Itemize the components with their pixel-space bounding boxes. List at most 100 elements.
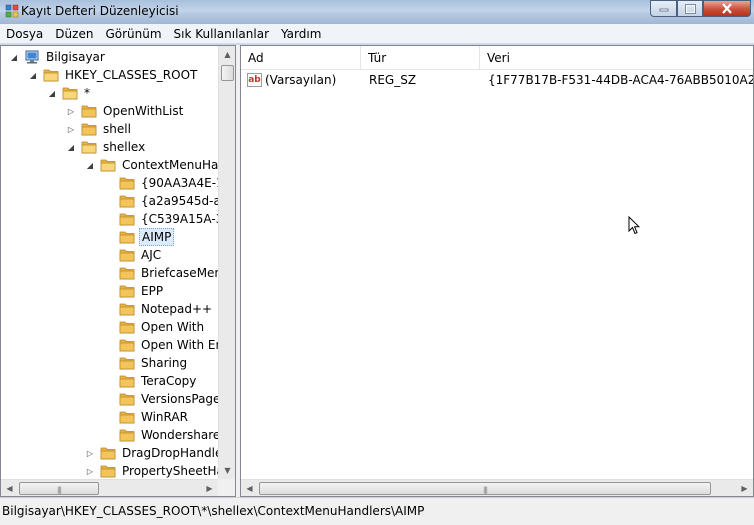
folder-icon — [119, 410, 135, 424]
window-title: Kayıt Defteri Düzenleyicisi — [21, 4, 179, 18]
values-list[interactable]: Ad Tür Veri ab (Varsayılan) REG_SZ {1F77… — [240, 45, 754, 497]
folder-icon — [119, 320, 135, 334]
scroll-thumb[interactable]: ||| — [259, 482, 711, 495]
list-header: Ad Tür Veri — [241, 46, 753, 70]
tree-node-label: EPP — [141, 284, 164, 298]
scroll-thumb[interactable] — [221, 65, 234, 81]
tree-node-handler[interactable]: ▷ VersionsPageSl — [104, 390, 233, 408]
scroll-up-arrow-icon[interactable]: ▲ — [219, 46, 235, 63]
tree-node-label: Notepad++ — [141, 302, 213, 316]
menu-edit[interactable]: Düzen — [49, 24, 99, 44]
tree-node-handler[interactable]: ▷ Sharing — [104, 354, 189, 372]
collapse-arrow-icon[interactable]: ◢ — [47, 88, 57, 98]
list-horizontal-scrollbar[interactable]: ◀ ||| ▶ — [241, 479, 753, 496]
computer-icon — [24, 50, 40, 64]
registry-tree[interactable]: ◢ Bilgisayar ◢ HKEY_CLASSES_ROOT ◢ * ▷ Open… — [0, 45, 236, 497]
close-button[interactable] — [703, 0, 751, 17]
list-item[interactable]: ab (Varsayılan) REG_SZ {1F77B17B-F531-44… — [241, 71, 753, 89]
main-area: ◢ Bilgisayar ◢ HKEY_CLASSES_ROOT ◢ * ▷ Open… — [0, 45, 754, 497]
tree-node-propertysheethandlers[interactable]: ▷ PropertySheetHand — [85, 462, 235, 480]
minimize-button[interactable] — [650, 0, 677, 17]
expand-arrow-icon[interactable]: ▷ — [66, 124, 76, 134]
tree-node-handler[interactable]: ▷ Open With Enc — [104, 336, 232, 354]
scroll-corner — [218, 479, 235, 496]
folder-icon — [119, 194, 135, 208]
tree-node-label: HKEY_CLASSES_ROOT — [65, 68, 198, 82]
tree-node-dragdrophandlers[interactable]: ▷ DragDropHandlers — [85, 444, 235, 462]
expand-arrow-icon[interactable]: ▷ — [85, 448, 95, 458]
tree-node-contextmenuhandlers[interactable]: ◢ ContextMenuHand — [85, 156, 235, 174]
scroll-left-arrow-icon[interactable]: ◀ — [241, 480, 258, 496]
tree-node-handler[interactable]: ▷ {a2a9545d-a0c2 — [104, 192, 235, 210]
folder-icon — [100, 446, 116, 460]
tree-node-hkey-classes-root[interactable]: ◢ HKEY_CLASSES_ROOT — [28, 66, 199, 84]
tree-node-handler[interactable]: ▷ TeraCopy — [104, 372, 198, 390]
tree-node-shell[interactable]: ▷ shell — [66, 120, 133, 138]
tree-node-label: shell — [103, 122, 131, 136]
folder-icon — [62, 86, 78, 100]
menu-view[interactable]: Görünüm — [99, 24, 167, 44]
collapse-arrow-icon[interactable]: ◢ — [66, 142, 76, 152]
tree-horizontal-scrollbar[interactable]: ◀ ||| ▶ — [1, 479, 218, 496]
tree-node-handler[interactable]: ▷ WondershareVi — [104, 426, 234, 444]
tree-node-handler[interactable]: ▷ EPP — [104, 282, 165, 300]
folder-icon — [119, 302, 135, 316]
tree-node-shellex[interactable]: ◢ shellex — [66, 138, 147, 156]
folder-icon — [119, 338, 135, 352]
maximize-button[interactable] — [677, 0, 703, 17]
folder-icon — [119, 374, 135, 388]
tree-node-label: WinRAR — [141, 410, 188, 424]
folder-icon — [100, 464, 116, 478]
folder-icon — [119, 284, 135, 298]
collapse-arrow-icon[interactable]: ◢ — [28, 70, 38, 80]
menu-favorites[interactable]: Sık Kullanılanlar — [168, 24, 275, 44]
collapse-arrow-icon[interactable]: ◢ — [85, 160, 95, 170]
tree-node-handler[interactable]: ▷ {90AA3A4E-1CI — [104, 174, 235, 192]
tree-node-handler[interactable]: ▷ BriefcaseMenu — [104, 264, 232, 282]
tree-node-label: AIMP — [139, 228, 175, 246]
folder-icon — [81, 140, 97, 154]
tree-node-label: TeraCopy — [141, 374, 197, 388]
current-key-path: Bilgisayar\HKEY_CLASSES_ROOT\*\shellex\C… — [2, 504, 425, 518]
tree-vertical-scrollbar[interactable]: ▲ ▼ — [218, 46, 235, 479]
scroll-right-arrow-icon[interactable]: ▶ — [201, 480, 218, 496]
tree-node-handler[interactable]: ▷ Open With — [104, 318, 206, 336]
scroll-down-arrow-icon[interactable]: ▼ — [219, 462, 235, 479]
tree-node-openwithlist[interactable]: ▷ OpenWithList — [66, 102, 185, 120]
menu-help[interactable]: Yardım — [275, 24, 327, 44]
mouse-pointer-icon — [628, 215, 641, 238]
folder-icon — [119, 230, 135, 244]
folder-icon — [119, 428, 135, 442]
tree-node-label: Bilgisayar — [46, 50, 105, 64]
tree-node-handler[interactable]: ▷ AIMP — [104, 228, 175, 246]
folder-icon — [119, 392, 135, 406]
expand-arrow-icon[interactable]: ▷ — [85, 466, 95, 476]
tree-node-handler[interactable]: ▷ AJC — [104, 246, 163, 264]
folder-icon — [43, 68, 59, 82]
tree-node-star[interactable]: ◢ * — [47, 84, 92, 102]
column-header-name[interactable]: Ad — [241, 46, 361, 70]
scroll-left-arrow-icon[interactable]: ◀ — [1, 480, 18, 496]
expand-arrow-icon[interactable]: ▷ — [66, 106, 76, 116]
folder-icon — [119, 266, 135, 280]
menu-file[interactable]: Dosya — [0, 24, 49, 44]
tree-node-label: OpenWithList — [103, 104, 184, 118]
value-name: (Varsayılan) — [265, 73, 337, 87]
maximize-icon — [684, 3, 696, 14]
tree-node-computer[interactable]: ◢ Bilgisayar — [9, 48, 107, 66]
collapse-arrow-icon[interactable]: ◢ — [9, 52, 19, 62]
value-type: REG_SZ — [369, 73, 417, 87]
scroll-right-arrow-icon[interactable]: ▶ — [736, 480, 753, 496]
tree-node-handler[interactable]: ▷ {C539A15A-3AI — [104, 210, 235, 228]
value-data: {1F77B17B-F531-44DB-ACA4-76ABB5010A28} — [488, 73, 754, 87]
folder-icon — [119, 212, 135, 226]
close-icon — [722, 3, 732, 14]
value-name-cell: ab (Varsayılan) — [247, 71, 336, 89]
scroll-thumb[interactable]: ||| — [19, 482, 99, 495]
menu-bar: Dosya Düzen Görünüm Sık Kullanılanlar Ya… — [0, 24, 754, 44]
column-header-type[interactable]: Tür — [361, 46, 480, 70]
minimize-icon — [659, 8, 668, 11]
column-header-data[interactable]: Veri — [480, 46, 753, 70]
tree-node-handler[interactable]: ▷ WinRAR — [104, 408, 190, 426]
tree-node-handler[interactable]: ▷ Notepad++ — [104, 300, 214, 318]
